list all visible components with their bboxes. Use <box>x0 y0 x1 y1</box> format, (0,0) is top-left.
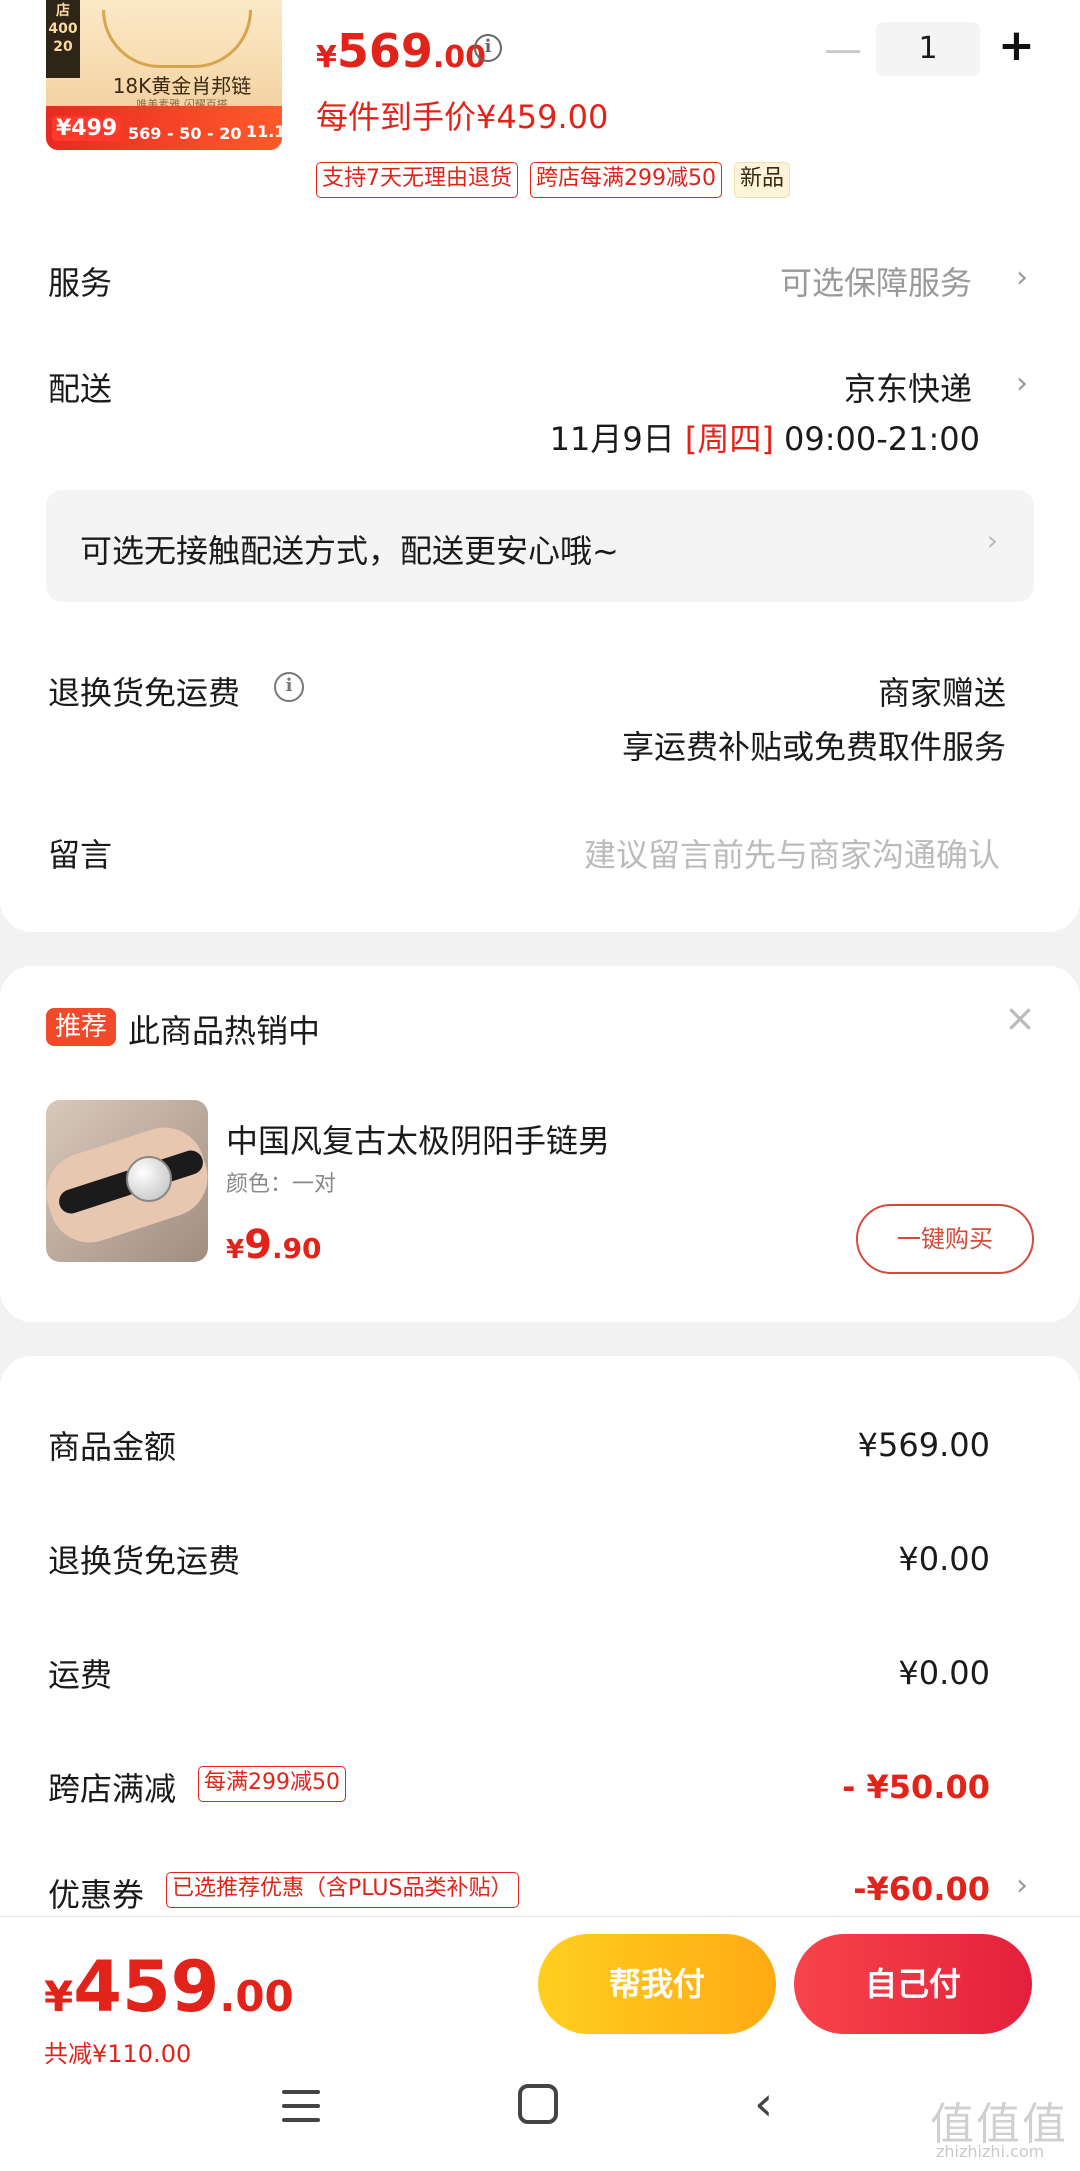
necklace-graphic <box>102 10 252 68</box>
price-integer: 459 <box>73 1946 220 2028</box>
image-tag-line: 400 <box>48 21 78 37</box>
quantity-field[interactable]: 1 <box>876 22 980 76</box>
recommend-card: 推荐 此商品热销中 × 中国风复古太极阴阳手链男 颜色：一对 ¥9.90 一键购… <box>0 966 1080 1322</box>
quantity-minus-button[interactable]: — <box>824 30 862 70</box>
close-icon[interactable]: × <box>1004 996 1036 1040</box>
help-me-pay-button[interactable]: 帮我付 <box>538 1934 776 2034</box>
chevron-right-icon: › <box>986 524 998 557</box>
delivery-time[interactable]: 11月9日 [周四] 09:00-21:00 <box>550 414 980 460</box>
delivery-weekday: [周四] <box>684 420 774 458</box>
cross-store-discount-tag: 每满299减50 <box>198 1766 346 1802</box>
price-summary-card: 商品金额 ¥569.00 退换货免运费 ¥0.00 运费 ¥0.00 跨店满减 … <box>0 1356 1080 1956</box>
quantity-plus-button[interactable]: + <box>998 24 1035 72</box>
recommend-badge: 推荐 <box>46 1008 116 1046</box>
info-icon[interactable]: i <box>274 672 304 702</box>
service-label: 服务 <box>48 264 113 302</box>
tag-cross-store-discount: 跨店每满299减50 <box>530 162 722 198</box>
image-product-name: 18K黄金肖邦链 <box>112 74 252 98</box>
coupon-value[interactable]: -¥60.00 <box>853 1870 990 1908</box>
recommend-title: 此商品热销中 <box>128 1012 321 1050</box>
recommend-product-image[interactable] <box>46 1100 208 1262</box>
recommend-price: ¥9.90 <box>226 1222 322 1268</box>
price-currency: ¥ <box>226 1235 245 1265</box>
return-shipping-value: 商家赠送 <box>877 674 1006 712</box>
return-shipping-detail: 享运费补贴或免费取件服务 <box>621 728 1006 766</box>
product-image[interactable]: 店 400 20 18K黄金肖邦链 唯美素雅 闪耀百搭 ¥499 569 - 5… <box>46 0 282 150</box>
yin-yang-charm-graphic <box>126 1156 172 1202</box>
image-tag-line: 店 <box>56 3 70 19</box>
image-bar-date: 11.11 <box>246 122 282 141</box>
price-integer: 9 <box>244 1222 272 1268</box>
recommend-product-attr: 颜色：一对 <box>226 1172 337 1197</box>
coupon-tag[interactable]: 已选推荐优惠（含PLUS品类补贴） <box>166 1872 519 1908</box>
chevron-right-icon[interactable]: › <box>1016 1868 1028 1903</box>
image-promo-tag: 店 400 20 <box>46 0 80 78</box>
delivery-label: 配送 <box>48 370 113 408</box>
product-price: ¥569.00 <box>316 24 486 78</box>
image-bar-calc: 569 - 50 - 20 <box>128 124 242 143</box>
freight-label: 运费 <box>48 1656 113 1694</box>
freight-value: ¥0.00 <box>898 1654 990 1692</box>
return-shipping-label: 退换货免运费 <box>48 674 241 712</box>
image-tag-line: 20 <box>53 39 73 55</box>
watermark-url: zhizhizhi.com <box>936 2142 1045 2161</box>
recommend-product-name[interactable]: 中国风复古太极阴阳手链男 <box>226 1116 610 1162</box>
one-click-buy-button[interactable]: 一键购买 <box>856 1204 1034 1274</box>
total-saved[interactable]: 共减¥110.00 <box>44 2034 191 2069</box>
checkout-bar: ¥459.00 共减¥110.00 帮我付 自己付 <box>0 1916 1080 2171</box>
message-label: 留言 <box>48 836 113 874</box>
price-decimal: .90 <box>271 1232 322 1265</box>
total-price: ¥459.00 <box>44 1946 294 2028</box>
contactless-delivery-option[interactable]: 可选无接触配送方式，配送更安心哦~ › <box>46 490 1034 602</box>
service-value[interactable]: 可选保障服务 <box>780 258 972 304</box>
cross-store-discount-value: - ¥50.00 <box>842 1768 990 1806</box>
price-currency: ¥ <box>316 40 337 75</box>
cross-store-discount-label: 跨店满减 <box>48 1770 177 1808</box>
delivery-date: 11月9日 <box>549 420 675 458</box>
each-price: 每件到手价¥459.00 <box>316 98 609 136</box>
chevron-right-icon[interactable]: › <box>1016 260 1028 295</box>
message-input[interactable]: 建议留言前先与商家沟通确认 <box>584 830 1000 876</box>
tag-new: 新品 <box>734 162 791 198</box>
pay-myself-button[interactable]: 自己付 <box>794 1934 1032 2034</box>
contactless-text: 可选无接触配送方式，配送更安心哦~ <box>80 532 619 570</box>
return-shipping-summary-label: 退换货免运费 <box>48 1542 241 1580</box>
price-integer: 569 <box>336 24 433 78</box>
recent-apps-icon[interactable] <box>282 2090 320 2122</box>
chevron-right-icon[interactable]: › <box>1016 366 1028 401</box>
goods-amount-value: ¥569.00 <box>857 1426 990 1464</box>
tag-return-policy: 支持7天无理由退货 <box>316 162 518 198</box>
back-icon[interactable]: ‹ <box>754 2076 773 2132</box>
home-icon[interactable] <box>518 2084 558 2124</box>
delivery-window: 09:00-21:00 <box>784 420 980 458</box>
coupon-label: 优惠券 <box>48 1876 145 1914</box>
info-icon[interactable]: i <box>474 34 502 62</box>
delivery-carrier[interactable]: 京东快递 <box>844 364 972 410</box>
price-currency: ¥ <box>44 1972 74 2021</box>
image-bar-price: ¥499 <box>52 116 122 141</box>
return-shipping-summary-value: ¥0.00 <box>898 1540 990 1578</box>
divider <box>0 1916 1080 1917</box>
price-decimal: .00 <box>219 1972 294 2021</box>
image-price-bar: ¥499 569 - 50 - 20 11.11 <box>46 106 282 150</box>
goods-amount-label: 商品金额 <box>48 1428 177 1466</box>
order-card: 店 400 20 18K黄金肖邦链 唯美素雅 闪耀百搭 ¥499 569 - 5… <box>0 0 1080 932</box>
